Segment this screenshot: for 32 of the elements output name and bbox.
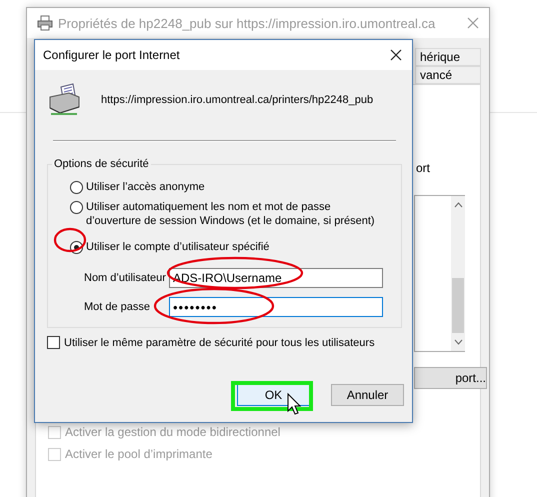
- scrollbar[interactable]: [451, 196, 465, 351]
- radio-button[interactable]: [70, 181, 83, 194]
- port-list[interactable]: [414, 195, 465, 352]
- username-field[interactable]: ADS-IRO\Username: [169, 268, 383, 288]
- checkbox-label: Utiliser le même paramètre de sécurité pour tous les utilisateurs: [64, 336, 375, 348]
- window-title: Propriétés de hp2248_pub sur https://impression.iro.umontreal.ca: [58, 16, 436, 30]
- cursor-icon: [288, 392, 302, 415]
- radio-label: Utiliser automatiquement les nom et mot de passe d’ouverture de session Windows (et le domaine, si présent): [86, 200, 376, 228]
- checkbox-label: Activer la gestion du mode bidirectionnel: [65, 425, 280, 439]
- highlight-ellipse: [54, 228, 86, 252]
- radio-label: Utiliser l’accès anonyme: [86, 180, 206, 194]
- dialog-button[interactable]: Annuler: [331, 384, 404, 406]
- configure-port-button[interactable]: port...: [414, 367, 487, 389]
- field-label: Mot de passe: [84, 301, 152, 313]
- scroll-up-icon[interactable]: [454, 202, 462, 208]
- scroll-thumb[interactable]: [452, 278, 464, 333]
- field-label: Nom d’utilisateur: [84, 272, 167, 284]
- close-icon[interactable]: [390, 49, 402, 61]
- radio-label: Utiliser le compte d’utilisateur spécifié: [86, 240, 270, 254]
- tab[interactable]: hérique: [415, 48, 481, 66]
- password-field[interactable]: ••••••••: [169, 297, 383, 317]
- printer-url: https://impression.iro.umontreal.ca/printers/hp2248_pub: [101, 94, 374, 106]
- group-title: Options de sécurité: [53, 158, 150, 170]
- printer-icon: [47, 83, 81, 117]
- tab[interactable]: vancé: [415, 66, 481, 84]
- dialog-title: Configurer le port Internet: [43, 48, 180, 62]
- checkbox-label: Activer le pool d’imprimante: [65, 447, 212, 461]
- printer-icon: [37, 15, 53, 31]
- port-label: ort: [415, 161, 432, 175]
- checkbox[interactable]: [47, 336, 60, 349]
- radio-button[interactable]: [70, 201, 83, 214]
- scroll-down-icon[interactable]: [454, 339, 462, 345]
